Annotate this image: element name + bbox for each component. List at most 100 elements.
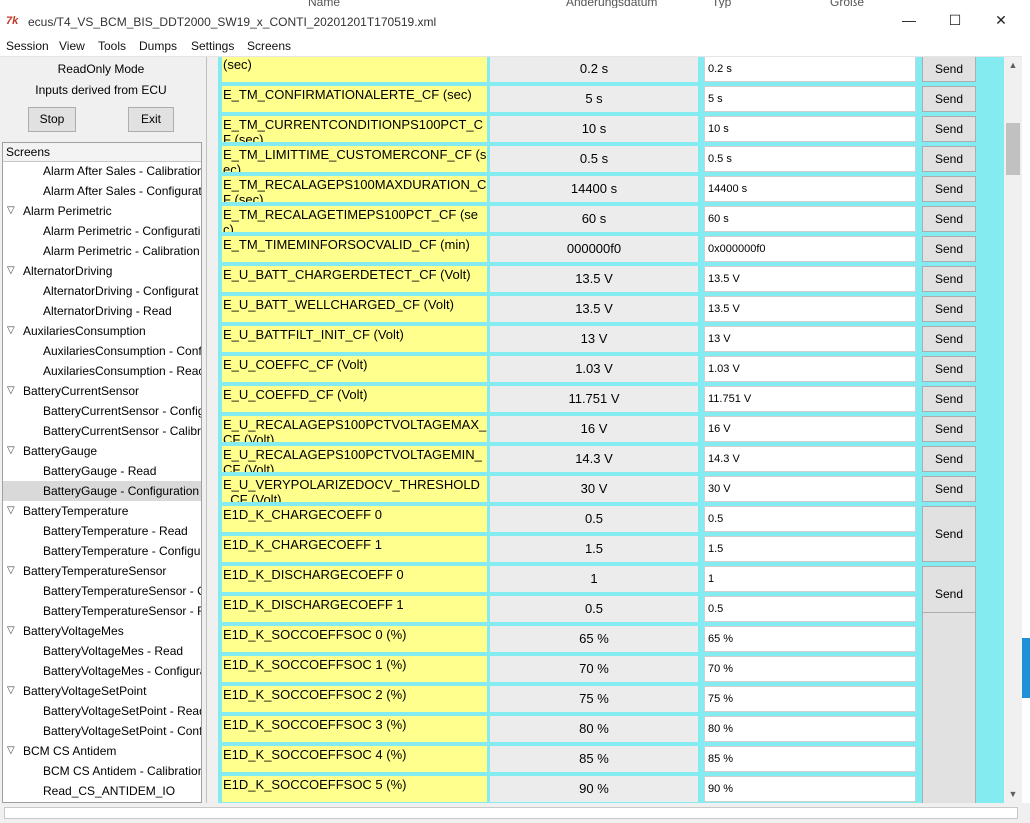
menu-settings[interactable]: Settings — [191, 39, 234, 53]
tree-item[interactable]: BatteryTemperatureSensor - C — [3, 581, 201, 601]
menu-dumps[interactable]: Dumps — [139, 39, 177, 53]
param-input[interactable]: 65 % — [704, 626, 916, 652]
tree-item[interactable]: Alarm After Sales - Calibration — [3, 161, 201, 181]
param-input[interactable]: 0x000000f0 — [704, 236, 916, 262]
tree-item[interactable]: AuxilariesConsumption - Conf — [3, 341, 201, 361]
param-input[interactable]: 5 s — [704, 86, 916, 112]
menu-session[interactable]: Session — [6, 39, 49, 53]
tree-item[interactable]: Alarm After Sales - Configurat — [3, 181, 201, 201]
param-input[interactable]: 13 V — [704, 326, 916, 352]
tree-item[interactable]: BatteryVoltageSetPoint - Conf — [3, 721, 201, 741]
menu-screens[interactable]: Screens — [247, 39, 291, 53]
expand-chevron-icon[interactable]: ▽ — [7, 501, 15, 521]
menu-tools[interactable]: Tools — [98, 39, 126, 53]
tree-group[interactable]: ▽ BatteryTemperatureSensor — [3, 561, 201, 581]
tree-group[interactable]: ▽ BCM CS Antidem — [3, 741, 201, 761]
param-input[interactable]: 10 s — [704, 116, 916, 142]
send-button[interactable]: Send — [922, 296, 976, 322]
send-button[interactable]: Send — [922, 326, 976, 352]
param-input[interactable]: 0.5 s — [704, 146, 916, 172]
tree-item[interactable]: Read_CS_ANTIDEM_IO — [3, 781, 201, 801]
tree-group[interactable]: ▽ BatteryGauge — [3, 441, 201, 461]
exit-button[interactable]: Exit — [128, 107, 174, 132]
send-button[interactable]: Send — [922, 266, 976, 292]
param-input[interactable]: 16 V — [704, 416, 916, 442]
param-input[interactable]: 1.03 V — [704, 356, 916, 382]
param-input[interactable]: 75 % — [704, 686, 916, 712]
param-input[interactable]: 85 % — [704, 746, 916, 772]
menu-view[interactable]: View — [59, 39, 85, 53]
expand-chevron-icon[interactable]: ▽ — [7, 621, 15, 641]
tree-item[interactable]: AlternatorDriving - Configurat — [3, 281, 201, 301]
tree-item[interactable]: AuxilariesConsumption - Reac — [3, 361, 201, 381]
scroll-down-icon[interactable]: ▼ — [1004, 786, 1022, 803]
minimize-button[interactable]: — — [886, 8, 932, 34]
param-input[interactable]: 14.3 V — [704, 446, 916, 472]
horizontal-scrollbar[interactable] — [4, 807, 1018, 819]
param-input[interactable]: 14400 s — [704, 176, 916, 202]
tree-group[interactable]: ▽ AuxilariesConsumption — [3, 321, 201, 341]
expand-chevron-icon[interactable]: ▽ — [7, 261, 15, 281]
screens-tree[interactable]: Screens Alarm After Sales - Calibration A… — [2, 142, 202, 803]
tree-item[interactable]: AlternatorDriving - Read — [3, 301, 201, 321]
send-button[interactable]: Send — [922, 57, 976, 82]
tree-header[interactable]: Screens — [3, 143, 201, 162]
send-button[interactable]: Send — [922, 356, 976, 382]
expand-chevron-icon[interactable]: ▽ — [7, 561, 15, 581]
scroll-thumb[interactable] — [1006, 123, 1020, 175]
param-input[interactable]: 1.5 — [704, 536, 916, 562]
tree-item[interactable]: BatteryVoltageSetPoint - Read — [3, 701, 201, 721]
param-input[interactable]: 0.2 s — [704, 57, 916, 82]
maximize-button[interactable]: ☐ — [932, 8, 978, 34]
send-button[interactable]: Send — [922, 386, 976, 412]
send-button[interactable]: Send — [922, 176, 976, 202]
tree-item[interactable]: Alarm Perimetric - Calibration — [3, 241, 201, 261]
expand-chevron-icon[interactable]: ▽ — [7, 681, 15, 701]
tree-group[interactable]: ▽ BatteryCurrentSensor — [3, 381, 201, 401]
tree-group[interactable]: ▽ BatteryVoltageSetPoint — [3, 681, 201, 701]
param-input[interactable]: 0.5 — [704, 506, 916, 532]
expand-chevron-icon[interactable]: ▽ — [7, 321, 15, 341]
param-input[interactable]: 70 % — [704, 656, 916, 682]
send-button[interactable]: Send — [922, 446, 976, 472]
panel-splitter[interactable] — [202, 57, 210, 803]
expand-chevron-icon[interactable]: ▽ — [7, 441, 15, 461]
tree-item[interactable]: BatteryTemperature - Configu — [3, 541, 201, 561]
tree-group[interactable]: ▽ Alarm Perimetric — [3, 201, 201, 221]
tree-item[interactable]: Alarm Perimetric - Configurati — [3, 221, 201, 241]
tree-group[interactable]: ▽ BatteryVoltageMes — [3, 621, 201, 641]
close-button[interactable]: ✕ — [978, 8, 1024, 34]
tree-item[interactable]: BatteryTemperature - Read — [3, 521, 201, 541]
param-input[interactable]: 80 % — [704, 716, 916, 742]
send-button[interactable]: Send — [922, 116, 976, 142]
tree-item[interactable]: BatteryCurrentSensor - Config — [3, 401, 201, 421]
send-button-blank[interactable] — [922, 612, 976, 803]
scroll-up-icon[interactable]: ▲ — [1004, 57, 1022, 74]
expand-chevron-icon[interactable]: ▽ — [7, 741, 15, 761]
send-button[interactable]: Send — [922, 476, 976, 502]
tree-item[interactable]: BCM CS Antidem - Calibration — [3, 761, 201, 781]
param-input[interactable]: 90 % — [704, 776, 916, 802]
param-input[interactable]: 1 — [704, 566, 916, 592]
title-bar[interactable]: 7k ecus/T4_VS_BCM_BIS_DDT2000_SW19_x_CON… — [0, 8, 1022, 36]
param-input[interactable]: 30 V — [704, 476, 916, 502]
stop-button[interactable]: Stop — [28, 107, 76, 132]
send-button[interactable]: Send — [922, 236, 976, 262]
param-input[interactable]: 0.5 — [704, 596, 916, 622]
send-button[interactable]: Send — [922, 86, 976, 112]
tree-item[interactable]: BatteryGauge - Configuration — [3, 481, 201, 501]
send-button[interactable]: Send — [922, 146, 976, 172]
send-button[interactable]: Send — [922, 206, 976, 232]
param-input[interactable]: 13.5 V — [704, 266, 916, 292]
param-input[interactable]: 13.5 V — [704, 296, 916, 322]
send-button[interactable]: Send — [922, 506, 976, 562]
tree-item[interactable]: BatteryTemperatureSensor - R — [3, 601, 201, 621]
param-input[interactable]: 60 s — [704, 206, 916, 232]
param-input[interactable]: 11.751 V — [704, 386, 916, 412]
send-button[interactable]: Send — [922, 416, 976, 442]
expand-chevron-icon[interactable]: ▽ — [7, 201, 15, 221]
expand-chevron-icon[interactable]: ▽ — [7, 381, 15, 401]
tree-item[interactable]: BatteryVoltageMes - Read — [3, 641, 201, 661]
tree-group[interactable]: ▽ AlternatorDriving — [3, 261, 201, 281]
tree-group[interactable]: ▽ BatteryTemperature — [3, 501, 201, 521]
